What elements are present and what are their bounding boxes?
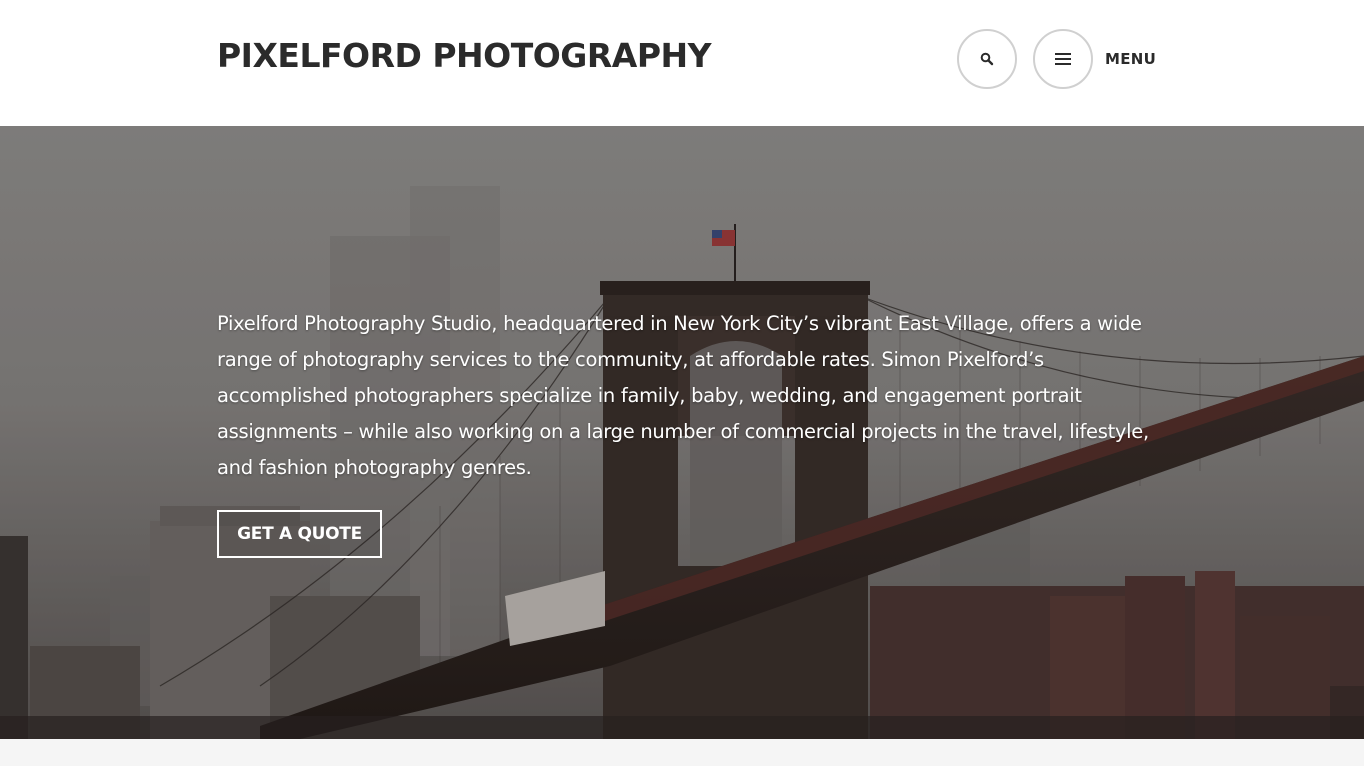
search-button[interactable] (957, 29, 1017, 89)
next-section-edge (0, 739, 1364, 766)
hero-description: Pixelford Photography Studio, headquarte… (217, 312, 1149, 479)
hamburger-icon (1055, 53, 1071, 65)
search-icon (980, 52, 994, 66)
menu-button[interactable] (1033, 29, 1093, 89)
hero-section: Pixelford Photography Studio, headquarte… (0, 126, 1364, 739)
get-a-quote-button[interactable]: GET A QUOTE (217, 510, 382, 558)
site-title[interactable]: PIXELFORD PHOTOGRAPHY (217, 36, 712, 75)
site-header: PIXELFORD PHOTOGRAPHY MENU (0, 0, 1364, 126)
menu-label[interactable]: MENU (1105, 50, 1156, 68)
